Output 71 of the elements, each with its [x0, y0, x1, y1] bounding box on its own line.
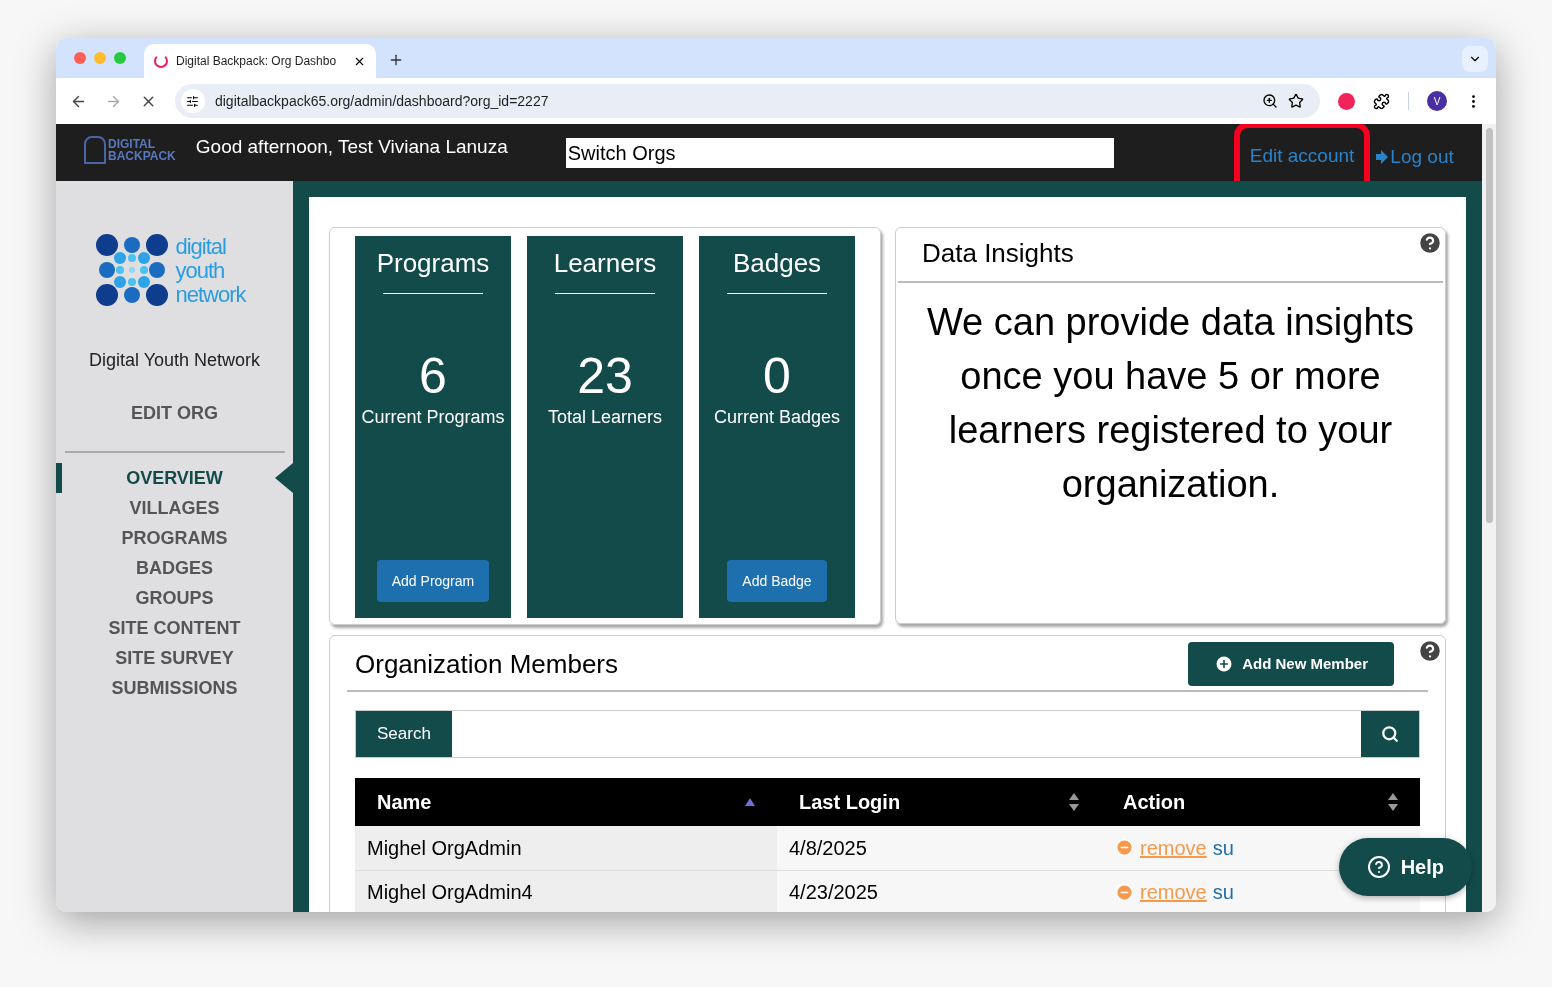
logo-text: youth [175, 259, 225, 283]
bookmark-star-icon[interactable] [1288, 93, 1305, 109]
stat-title: Learners [553, 247, 657, 280]
sort-ascending-icon[interactable] [745, 798, 755, 806]
zoom-icon[interactable] [1262, 93, 1279, 109]
sidebar-nav-item[interactable]: BADGES [136, 554, 213, 582]
stat-value: 0 [763, 348, 791, 404]
remove-icon [1115, 882, 1134, 902]
column-header[interactable]: Action [1101, 778, 1420, 826]
help-icon[interactable] [1417, 230, 1443, 256]
sidebar-nav-item[interactable]: VILLAGES [129, 494, 220, 522]
insights-message: We can provide data insights once you have 5 or more learners registered to your organization. [925, 300, 1416, 507]
stat-value: 6 [419, 348, 447, 404]
logout-arrow-icon [1376, 150, 1389, 165]
stat-caption: Current Programs [361, 406, 505, 429]
active-indicator [56, 463, 62, 493]
sort-icon[interactable] [1388, 793, 1398, 811]
sort-icon[interactable] [1069, 793, 1079, 811]
table-cell: Mighel OrgAdmin4 [355, 870, 777, 912]
logo-text: DIGITAL [108, 138, 157, 150]
logo-text: digital [175, 235, 227, 259]
log-out-link[interactable]: Log out [1390, 143, 1454, 172]
su-link[interactable]: su [1212, 832, 1234, 863]
search-label: Search [356, 711, 452, 757]
org-name: Digital Youth Network [88, 349, 261, 372]
stat-caption: Total Learners [547, 406, 663, 429]
address-bar[interactable]: digitalbackpack65.org/admin/dashboard?org_id=2227 [174, 84, 1321, 118]
url-text: digitalbackpack65.org/admin/dashboard?org_id=2227 [214, 91, 550, 111]
add-member-button[interactable]: Add New Member [1188, 642, 1394, 686]
stat-title: Programs [376, 247, 490, 280]
column-header[interactable]: Last Login [777, 778, 1101, 826]
tab-list-button[interactable] [1462, 46, 1488, 72]
stat-title: Badges [732, 247, 822, 280]
help-button[interactable]: Help [1338, 838, 1472, 896]
extensions-puzzle-icon[interactable] [1373, 92, 1390, 110]
remove-icon [1115, 838, 1134, 858]
switch-orgs-field[interactable]: Switch Orgs [565, 138, 1114, 168]
browser-tab[interactable]: Digital Backpack: Org Dashbo [144, 44, 376, 78]
plus-icon [1214, 654, 1235, 674]
sidebar-nav-item[interactable]: SITE CONTENT [108, 614, 241, 642]
table-cell: 4/23/2025 [777, 870, 1101, 912]
account-link[interactable]: Edit account [1249, 145, 1355, 166]
sidebar-nav-item[interactable]: GROUPS [135, 584, 214, 612]
edit-org-link[interactable]: EDIT ORG [131, 400, 218, 427]
backpack-icon [84, 136, 106, 164]
new-tab-icon[interactable] [388, 52, 404, 68]
scrollbar[interactable] [1482, 124, 1496, 912]
extension-icon[interactable] [1338, 92, 1356, 110]
table-cell: Mighel OrgAdmin [355, 826, 777, 870]
sidebar-nav-item[interactable]: SUBMISSIONS [111, 674, 238, 702]
help-icon[interactable] [1417, 638, 1443, 664]
search-icon [1381, 725, 1399, 743]
tab-title: Digital Backpack: Org Dashbo [176, 53, 338, 70]
search-button[interactable] [1361, 711, 1419, 757]
logo-text: BACKPACK [108, 150, 176, 162]
help-circle-icon [1366, 855, 1391, 879]
sidebar-nav-item[interactable]: PROGRAMS [121, 524, 228, 552]
sidebar-nav-item[interactable]: SITE SURVEY [115, 644, 234, 672]
stat-caption: Current Badges [713, 406, 841, 429]
su-link[interactable]: su [1212, 877, 1234, 907]
profile-avatar[interactable]: V [1427, 91, 1447, 111]
logo-text: network [175, 283, 246, 307]
column-header[interactable]: Name [355, 778, 777, 826]
sidebar-nav-item[interactable]: OVERVIEW [126, 464, 223, 492]
members-title: Organization Members [355, 647, 618, 681]
greeting-text: Good afternoon, Test Viviana Lanuza [195, 135, 509, 159]
site-settings-icon[interactable] [180, 89, 205, 113]
add-button[interactable]: Add Badge [727, 560, 827, 602]
add-button[interactable]: Add Program [376, 560, 490, 602]
stat-value: 23 [577, 348, 633, 404]
table-cell: 4/8/2025 [777, 826, 1101, 870]
